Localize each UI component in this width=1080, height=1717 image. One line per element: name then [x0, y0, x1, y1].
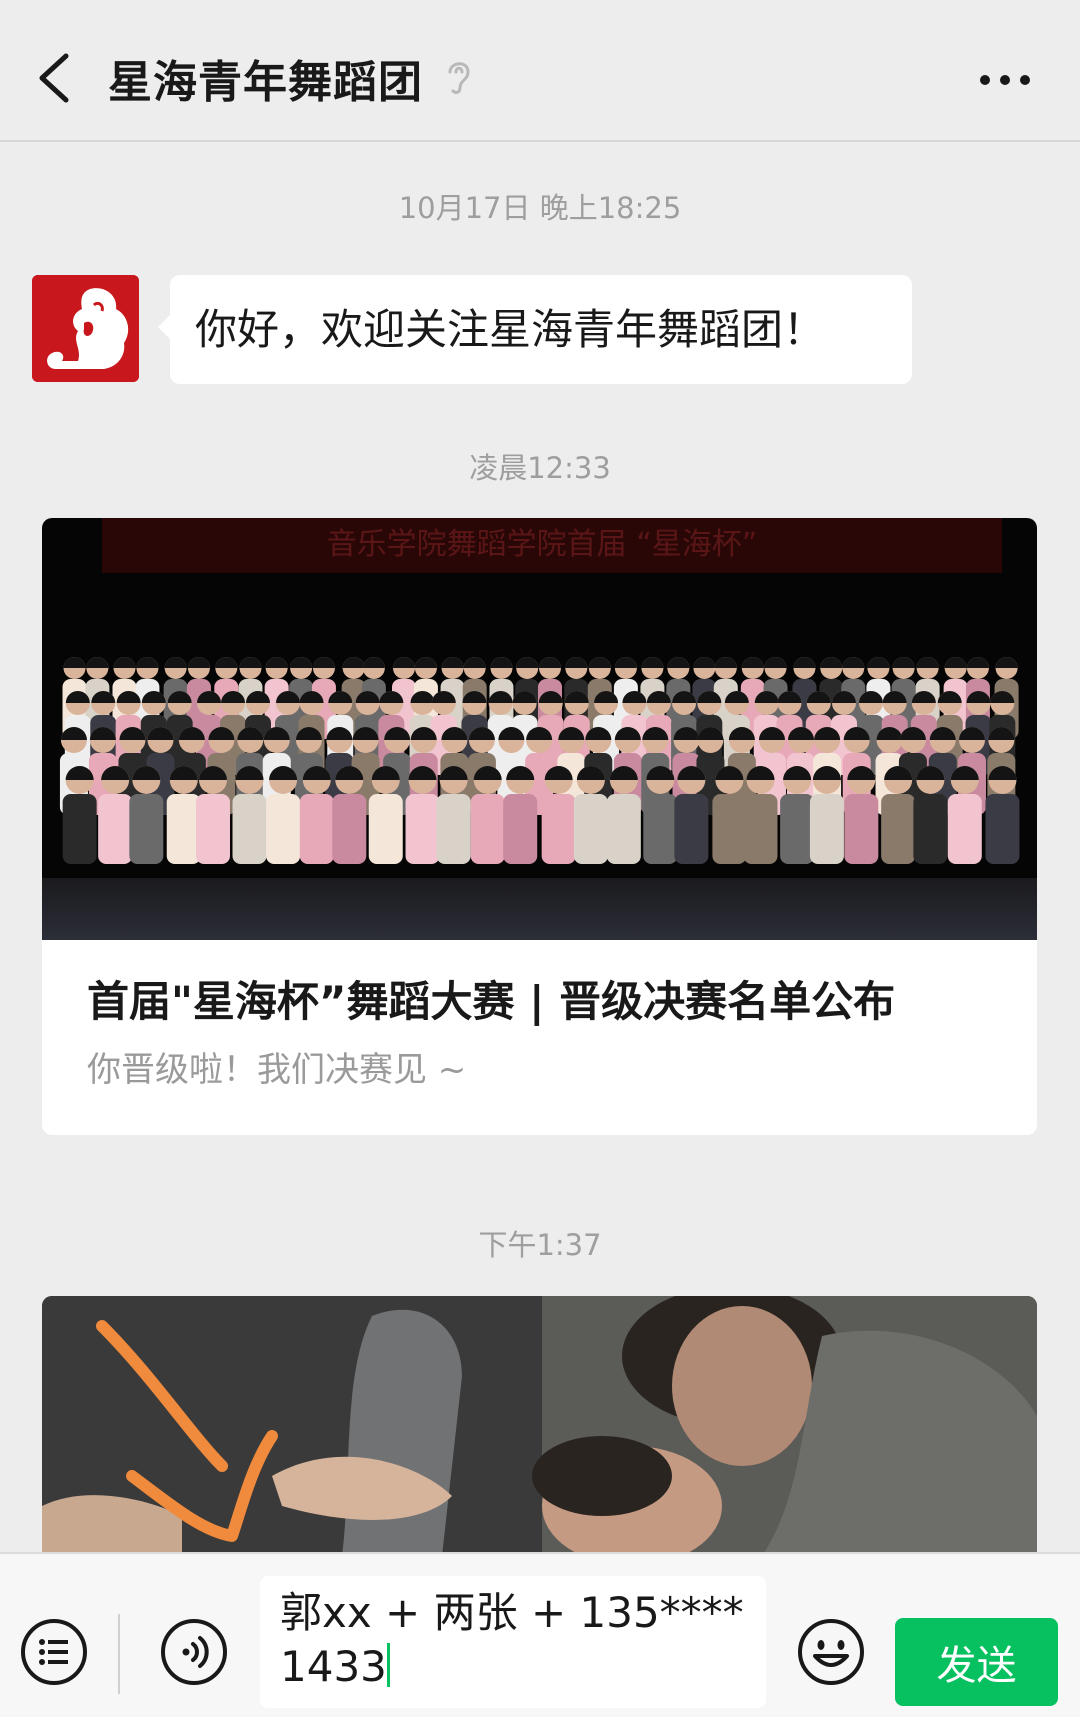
crowd-person-body — [166, 794, 201, 864]
crowd-person-body — [195, 794, 230, 864]
crowd-person-body — [541, 794, 576, 864]
crowd-person-body — [643, 794, 678, 864]
ear-icon — [448, 62, 470, 94]
message-input-text: 郭xx + 两张 + 135****1433 — [280, 1588, 744, 1691]
official-account-avatar[interactable] — [32, 275, 139, 382]
article-card[interactable]: 音乐学院舞蹈学院首届 “星海杯” 首届"星海杯”舞蹈大赛 | 晋级决赛名单公布 … — [42, 518, 1037, 1135]
crowd-person-body — [712, 794, 747, 864]
input-bar: 郭xx + 两张 + 135****1433 发送 — [0, 1552, 1080, 1717]
crowd-person-body — [780, 794, 815, 864]
voice-icon[interactable] — [158, 1616, 230, 1688]
crowd-person-body — [436, 794, 471, 864]
article-card-2[interactable] — [42, 1296, 1037, 1556]
send-button[interactable]: 发送 — [895, 1618, 1058, 1706]
crowd-person-body — [743, 794, 778, 864]
crowd-person-body — [405, 794, 440, 864]
crowd-person-body — [503, 794, 538, 864]
crowd-person-body — [809, 794, 844, 864]
top-bar: 星海青年舞蹈团 — [0, 0, 1080, 142]
dance-photo-image — [42, 1296, 1037, 1556]
crowd-person-body — [606, 794, 641, 864]
message-input[interactable]: 郭xx + 两张 + 135****1433 — [260, 1576, 766, 1708]
crowd-person-body — [881, 794, 916, 864]
crowd-person-body — [674, 794, 709, 864]
article-title: 首届"星海杯”舞蹈大赛 | 晋级决赛名单公布 — [87, 977, 896, 1026]
group-photo-image: 音乐学院舞蹈学院首届 “星海杯” — [42, 518, 1037, 940]
crowd-person-body — [299, 794, 334, 864]
crowd-person-body — [129, 794, 164, 864]
menu-list-icon[interactable] — [18, 1616, 90, 1688]
crowd-person-body — [913, 794, 948, 864]
crowd-person-body — [470, 794, 505, 864]
input-divider — [118, 1614, 120, 1694]
article-subtitle: 你晋级啦！我们决赛见 ~ — [87, 1050, 467, 1090]
crowd-person-body — [232, 794, 267, 864]
banner-text: 音乐学院舞蹈学院首届 “星海杯” — [327, 527, 758, 562]
back-arrow-icon[interactable] — [30, 48, 80, 108]
crowd-person-body — [844, 794, 879, 864]
message-timestamp: 10月17日 晚上18:25 — [398, 191, 682, 225]
message-timestamp: 凌晨12:33 — [469, 451, 611, 485]
crowd-person-body — [332, 794, 367, 864]
crowd-person-body — [368, 794, 403, 864]
crowd-person-body — [947, 794, 982, 864]
emoji-icon[interactable] — [795, 1616, 867, 1688]
dancer-logo-icon — [32, 275, 139, 382]
more-options-icon[interactable] — [975, 60, 1035, 100]
bubble-tail — [158, 315, 170, 339]
text-cursor — [386, 1643, 390, 1687]
crowd-person-body — [573, 794, 608, 864]
crowd-person-body — [98, 794, 133, 864]
crowd-person-body — [266, 794, 301, 864]
message-timestamp: 下午1:37 — [478, 1228, 602, 1262]
welcome-message[interactable]: 你好，欢迎关注星海青年舞蹈团！ — [170, 275, 912, 384]
chat-title: 星海青年舞蹈团 — [108, 57, 423, 108]
crowd-person-body — [62, 794, 97, 864]
crowd-person-body — [985, 794, 1020, 864]
